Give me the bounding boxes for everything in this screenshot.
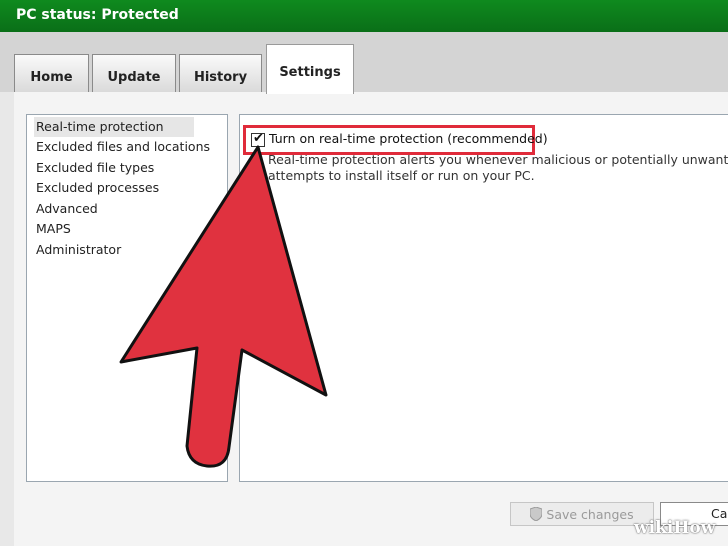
description-line-2: attempts to install itself or run on you… <box>268 168 535 183</box>
tab-update[interactable]: Update <box>92 54 176 94</box>
settings-sidebar: Real-time protection Excluded files and … <box>26 114 228 482</box>
tab-update-label: Update <box>107 70 161 85</box>
pc-status-text: PC status: Protected <box>16 7 179 23</box>
wikihow-watermark: wikiHow <box>634 518 716 538</box>
tab-history-label: History <box>193 70 248 85</box>
sidebar-item-excluded-files[interactable]: Excluded files and locations <box>34 137 212 157</box>
real-time-protection-description: Real-time protection alerts you whenever… <box>268 152 728 184</box>
tab-settings-label: Settings <box>279 65 341 80</box>
sidebar-item-excluded-processes[interactable]: Excluded processes <box>34 178 161 198</box>
sidebar-item-advanced[interactable]: Advanced <box>34 199 100 219</box>
tab-home-label: Home <box>30 70 73 85</box>
tab-home[interactable]: Home <box>14 54 89 94</box>
tab-settings[interactable]: Settings <box>266 44 354 94</box>
real-time-protection-label[interactable]: Turn on real-time protection (recommende… <box>269 131 548 146</box>
sidebar-item-maps[interactable]: MAPS <box>34 219 73 239</box>
sidebar-item-excluded-file-types[interactable]: Excluded file types <box>34 158 156 178</box>
save-changes-button[interactable]: Save changes <box>510 502 654 526</box>
tab-history[interactable]: History <box>179 54 262 94</box>
tab-strip: Home Update History Settings <box>0 32 728 94</box>
status-bar: PC status: Protected <box>0 0 728 32</box>
shield-icon <box>530 507 543 521</box>
save-changes-label: Save changes <box>546 506 634 522</box>
real-time-protection-checkbox[interactable]: ✔ <box>251 131 265 147</box>
checkmark-icon: ✔ <box>253 131 264 146</box>
sidebar-item-administrator[interactable]: Administrator <box>34 240 123 260</box>
sidebar-item-real-time-protection[interactable]: Real-time protection <box>34 117 194 137</box>
